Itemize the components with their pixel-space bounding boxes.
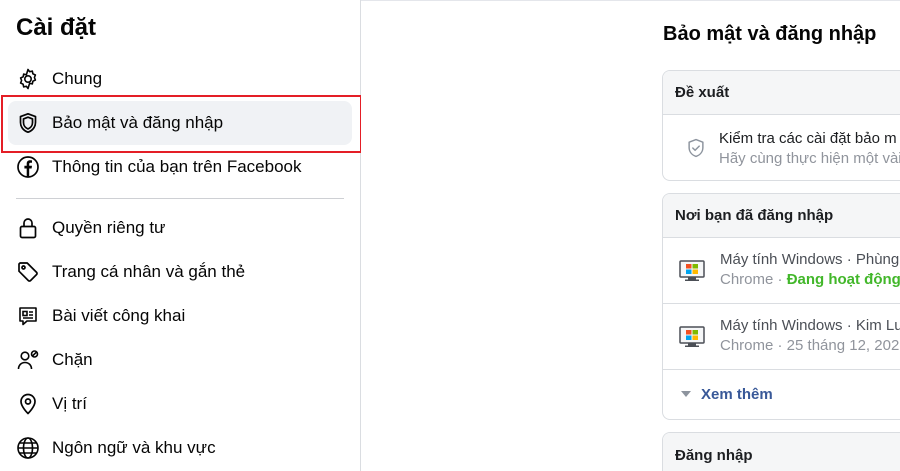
sidebar-item-facebook-info[interactable]: Thông tin của bạn trên Facebook [8, 145, 352, 189]
tag-icon [16, 260, 40, 284]
sidebar-item-label: Thông tin của bạn trên Facebook [52, 157, 302, 176]
sidebar-item-security[interactable]: Bảo mật và đăng nhập [8, 101, 352, 145]
post-icon [16, 304, 40, 328]
block-user-icon [16, 348, 40, 372]
caret-down-icon [681, 391, 691, 397]
sidebar-item-privacy[interactable]: Quyền riêng tư [8, 206, 352, 250]
recommendation-item[interactable]: Kiểm tra các cài đặt bảo m Hãy cùng thực… [663, 115, 900, 179]
facebook-icon [16, 155, 40, 179]
session-device: Máy tính Windows · Kim Lu [720, 317, 900, 334]
session-row[interactable]: Máy tính Windows · Kim Lu Chrome · 25 th… [663, 304, 900, 370]
sidebar-item-label: Ngôn ngữ và khu vực [52, 438, 216, 457]
sidebar-item-label: Chặn [52, 350, 93, 369]
see-more-label: Xem thêm [701, 385, 773, 403]
session-row[interactable]: Máy tính Windows · Phùng Chrome · Đang h… [663, 238, 900, 304]
login-sessions-card: Nơi bạn đã đăng nhập Máy tính Windows · … [662, 193, 900, 420]
login-sessions-header: Nơi bạn đã đăng nhập [663, 194, 900, 238]
login-card: Đăng nhập [662, 432, 900, 471]
settings-sidebar: Cài đặt Chung Bảo mật và đăng nhập Thông… [0, 0, 362, 471]
sidebar-divider [16, 198, 344, 199]
sidebar-item-general[interactable]: Chung [8, 57, 352, 101]
sidebar-item-label: Vị trí [52, 394, 87, 413]
sidebar-item-location[interactable]: Vị trí [8, 382, 352, 426]
recommendations-header: Đề xuất [663, 71, 900, 115]
shield-icon [16, 111, 40, 135]
page-title: Bảo mật và đăng nhập [663, 23, 877, 45]
recommendations-card: Đề xuất Kiểm tra các cài đặt bảo m Hãy c… [662, 70, 900, 181]
sidebar-item-label: Bảo mật và đăng nhập [52, 113, 224, 132]
sidebar-item-label: Bài viết công khai [52, 306, 186, 325]
sidebar-title: Cài đặt [16, 14, 97, 41]
login-header: Đăng nhập [663, 433, 900, 471]
main-content: Bảo mật và đăng nhập Đề xuất Kiểm tra cá… [361, 0, 900, 471]
active-status: Đang hoạt động [786, 271, 900, 288]
globe-icon [16, 436, 40, 460]
sidebar-item-blocking[interactable]: Chặn [8, 338, 352, 382]
recommendation-subtitle: Hãy cùng thực hiện một vài [719, 150, 900, 167]
sidebar-item-public-posts[interactable]: Bài viết công khai [8, 294, 352, 338]
gear-icon [16, 67, 40, 91]
sidebar-item-language[interactable]: Ngôn ngữ và khu vực [8, 426, 352, 470]
shield-check-icon [685, 137, 707, 164]
session-device: Máy tính Windows · Phùng [720, 251, 900, 268]
see-more-button[interactable]: Xem thêm [663, 370, 900, 418]
location-pin-icon [16, 392, 40, 416]
windows-computer-icon [679, 324, 705, 350]
sidebar-item-label: Chung [52, 69, 103, 88]
sidebar-item-profile-tagging[interactable]: Trang cá nhân và gắn thẻ [8, 250, 352, 294]
sidebar-item-label: Quyền riêng tư [52, 218, 166, 237]
windows-computer-icon [679, 258, 705, 284]
recommendation-title: Kiểm tra các cài đặt bảo m [719, 130, 897, 147]
session-browser: Chrome · 25 tháng 12, 2022 [720, 337, 900, 354]
session-browser: Chrome · [720, 271, 787, 288]
sidebar-item-label: Trang cá nhân và gắn thẻ [52, 262, 246, 281]
lock-icon [16, 216, 40, 240]
